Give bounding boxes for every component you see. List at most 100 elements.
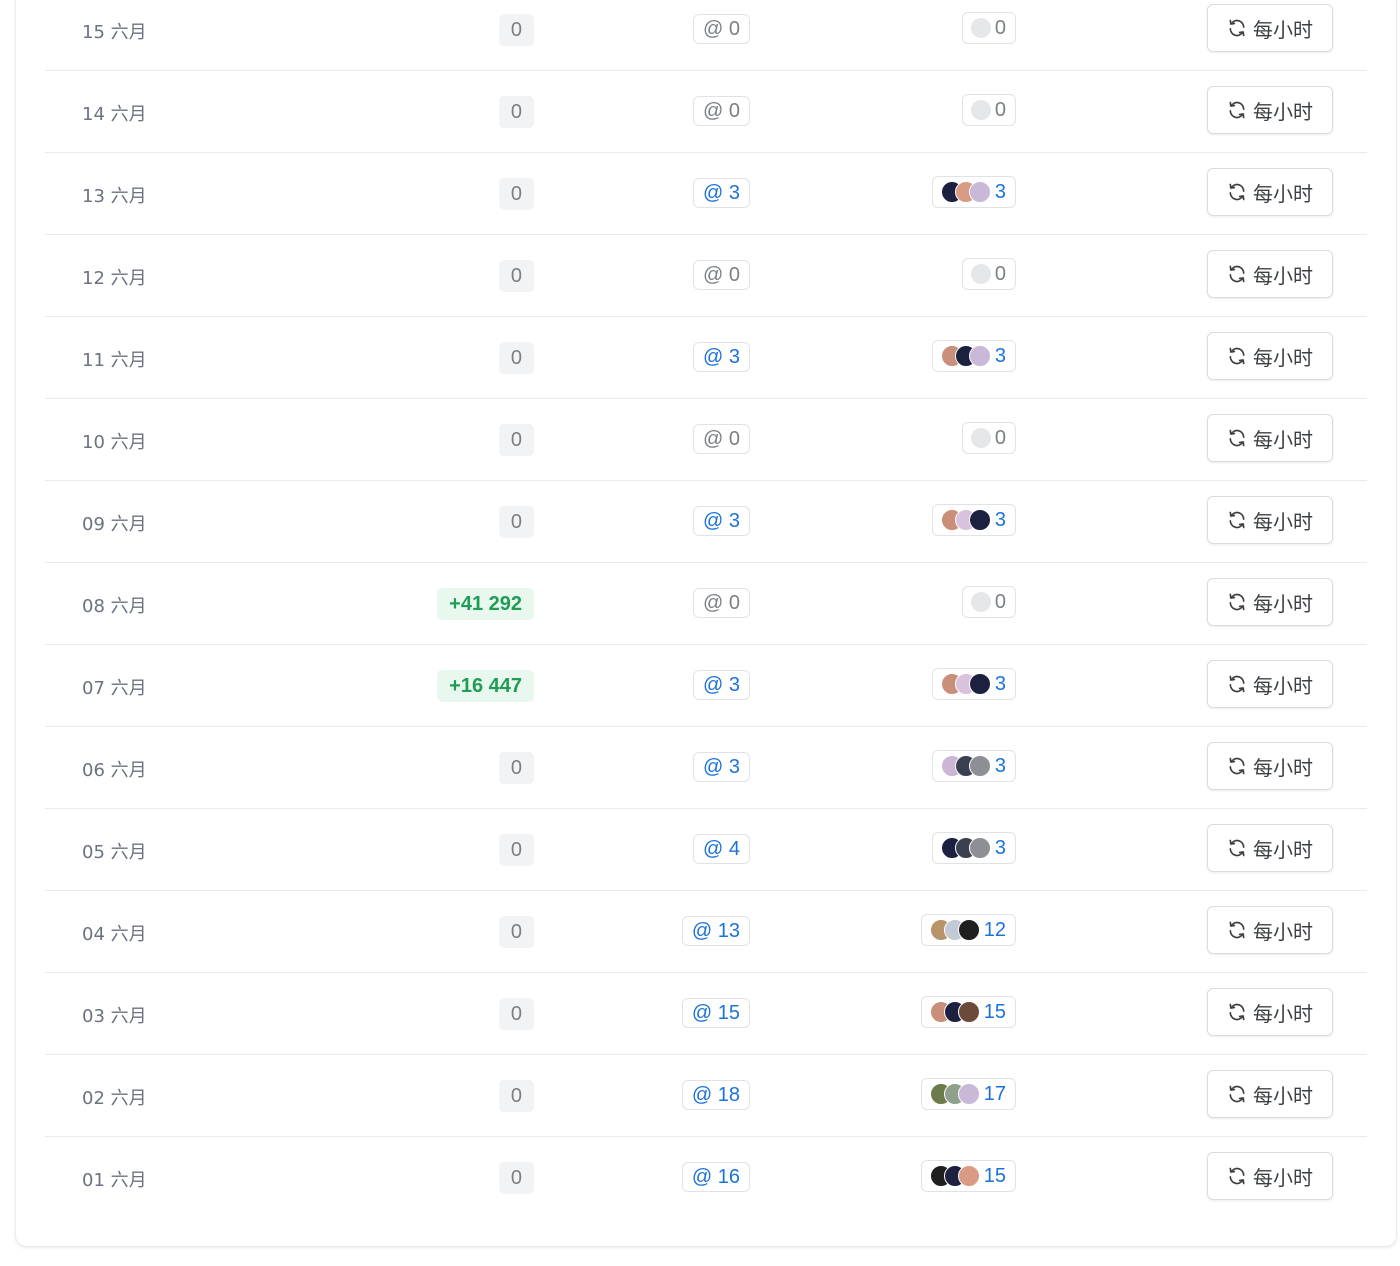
table-row: 05 六月 0 @ 4 3 每小时 (45, 808, 1367, 891)
users-count: 12 (983, 919, 1006, 941)
mentioning-users-badge[interactable]: 3 (931, 832, 1016, 864)
mentions-badge: @ 0 (693, 260, 750, 290)
mentions-badge[interactable]: @ 13 (681, 916, 750, 946)
users-count: 17 (983, 1083, 1006, 1105)
mentions-badge[interactable]: @ 3 (693, 506, 750, 536)
avatar-stack (929, 1165, 980, 1187)
mentions-badge[interactable]: @ 4 (693, 834, 750, 864)
row-date: 06 六月 (82, 760, 147, 781)
follower-delta-badge: 0 (498, 178, 534, 210)
frequency-label: 每小时 (1253, 99, 1313, 124)
update-frequency-button[interactable]: 每小时 (1207, 332, 1333, 380)
update-frequency-button[interactable]: 每小时 (1207, 824, 1333, 872)
frequency-label: 每小时 (1253, 17, 1313, 42)
mentioning-users-badge[interactable]: 15 (920, 996, 1016, 1028)
table-row: 08 六月 +41 292 @ 0 0 每小时 (45, 562, 1367, 645)
update-frequency-button[interactable]: 每小时 (1207, 1070, 1333, 1118)
avatar-placeholder (970, 100, 991, 120)
table-row: 09 六月 0 @ 3 3 每小时 (45, 480, 1367, 563)
mentioning-users-badge: 0 (961, 94, 1016, 126)
users-count: 3 (994, 673, 1006, 695)
update-frequency-button[interactable]: 每小时 (1207, 988, 1333, 1036)
mentioning-users-badge[interactable]: 15 (920, 1160, 1016, 1192)
mentions-badge[interactable]: @ 3 (693, 342, 750, 372)
row-date: 10 六月 (82, 432, 147, 453)
update-frequency-button[interactable]: 每小时 (1207, 906, 1333, 954)
mentions-badge[interactable]: @ 3 (693, 178, 750, 208)
mentions-badge[interactable]: @ 16 (681, 1162, 750, 1192)
mentions-badge: @ 0 (693, 14, 750, 44)
avatar (968, 509, 991, 531)
avatar-stack (970, 18, 991, 38)
mentioning-users-badge[interactable]: 3 (931, 504, 1016, 536)
update-frequency-button[interactable]: 每小时 (1207, 660, 1333, 708)
users-count: 15 (983, 1001, 1006, 1023)
update-frequency-button[interactable]: 每小时 (1207, 1152, 1333, 1200)
frequency-label: 每小时 (1253, 1083, 1313, 1108)
follower-delta-badge: +16 447 (437, 670, 534, 702)
frequency-label: 每小时 (1253, 509, 1313, 534)
update-frequency-button[interactable]: 每小时 (1207, 168, 1333, 216)
avatar-placeholder (970, 592, 991, 612)
avatar-stack (940, 181, 991, 203)
mentioning-users-badge[interactable]: 3 (931, 176, 1016, 208)
row-date: 08 六月 (82, 596, 147, 617)
table-row: 07 六月 +16 447 @ 3 3 每小时 (45, 644, 1367, 727)
follower-delta-badge: 0 (498, 96, 534, 128)
row-date: 02 六月 (82, 1088, 147, 1109)
update-frequency-button[interactable]: 每小时 (1207, 742, 1333, 790)
avatar-stack (970, 592, 991, 612)
frequency-label: 每小时 (1253, 755, 1313, 780)
avatar (968, 755, 991, 777)
mentioning-users-badge[interactable]: 17 (920, 1078, 1016, 1110)
avatar-placeholder (970, 18, 991, 38)
table-row: 13 六月 0 @ 3 3 每小时 (45, 152, 1367, 235)
mentioning-users-badge: 0 (961, 422, 1016, 454)
frequency-label: 每小时 (1253, 1001, 1313, 1026)
update-frequency-button[interactable]: 每小时 (1207, 496, 1333, 544)
avatar-stack (970, 100, 991, 120)
table-row: 06 六月 0 @ 3 3 每小时 (45, 726, 1367, 809)
update-frequency-button[interactable]: 每小时 (1207, 250, 1333, 298)
table-row: 14 六月 0 @ 0 0 每小时 (45, 70, 1367, 153)
mentions-badge: @ 0 (693, 96, 750, 126)
update-frequency-button[interactable]: 每小时 (1207, 86, 1333, 134)
mentioning-users-badge[interactable]: 3 (931, 750, 1016, 782)
users-count: 3 (994, 181, 1006, 203)
avatar-stack (929, 919, 980, 941)
mentions-badge[interactable]: @ 3 (693, 752, 750, 782)
avatar-stack (940, 673, 991, 695)
follower-delta-badge: 0 (498, 424, 534, 456)
mentioning-users-badge[interactable]: 3 (931, 340, 1016, 372)
refresh-icon (1229, 511, 1245, 529)
refresh-icon (1229, 1085, 1245, 1103)
table-row: 10 六月 0 @ 0 0 每小时 (45, 398, 1367, 481)
mentioning-users-badge[interactable]: 3 (931, 668, 1016, 700)
table-row: 12 六月 0 @ 0 0 每小时 (45, 234, 1367, 317)
update-frequency-button[interactable]: 每小时 (1207, 4, 1333, 52)
mentions-badge[interactable]: @ 3 (693, 670, 750, 700)
mentioning-users-badge[interactable]: 12 (920, 914, 1016, 946)
avatar-stack (929, 1083, 980, 1105)
row-date: 03 六月 (82, 1006, 147, 1027)
follower-delta-badge: 0 (498, 506, 534, 538)
follower-delta-badge: 0 (498, 916, 534, 948)
refresh-icon (1229, 1003, 1245, 1021)
avatar-stack (970, 428, 991, 448)
refresh-icon (1229, 839, 1245, 857)
table-row: 04 六月 0 @ 13 12 每小时 (45, 890, 1367, 973)
row-date: 09 六月 (82, 514, 147, 535)
follower-delta-badge: 0 (498, 342, 534, 374)
update-frequency-button[interactable]: 每小时 (1207, 414, 1333, 462)
table-row: 03 六月 0 @ 15 15 每小时 (45, 972, 1367, 1055)
mentions-badge[interactable]: @ 18 (681, 1080, 750, 1110)
users-count: 3 (994, 755, 1006, 777)
follower-delta-badge: 0 (498, 1080, 534, 1112)
update-frequency-button[interactable]: 每小时 (1207, 578, 1333, 626)
refresh-icon (1229, 429, 1245, 447)
frequency-label: 每小时 (1253, 837, 1313, 862)
avatar (957, 1083, 980, 1105)
mentions-badge[interactable]: @ 15 (681, 998, 750, 1028)
follower-delta-badge: +41 292 (437, 588, 534, 620)
follower-delta-badge: 0 (498, 260, 534, 292)
